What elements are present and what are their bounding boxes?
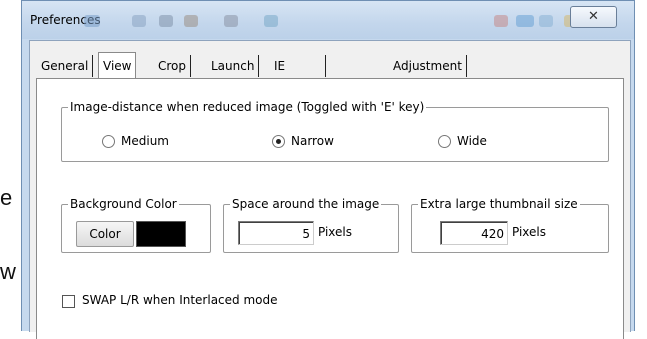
space-around-input[interactable]: 5: [238, 221, 314, 245]
radio-medium-label: Medium: [121, 134, 169, 148]
radio-narrow[interactable]: Narrow: [272, 134, 334, 148]
radio-medium[interactable]: Medium: [102, 134, 169, 148]
thumbnail-size-legend: Extra large thumbnail size: [420, 197, 578, 211]
tab-general[interactable]: General: [36, 55, 94, 77]
dialog-client: General View Crop Launch IE Context Menu…: [29, 40, 631, 339]
preferences-window: Preferences ✕ General View Crop Launch I…: [21, 0, 635, 339]
space-around-legend: Space around the image: [232, 197, 380, 211]
close-icon: ✕: [588, 9, 599, 24]
tab-ie-context-menu[interactable]: IE Context Menu: [269, 55, 327, 117]
thumbnail-size-group: Extra large thumbnail size 420 Pixels: [411, 197, 609, 253]
tab-crop[interactable]: Crop: [153, 55, 192, 77]
radio-wide[interactable]: Wide: [438, 134, 487, 148]
image-distance-legend: Image-distance when reduced image (Toggl…: [70, 100, 425, 114]
radio-wide-label: Wide: [457, 134, 487, 148]
color-button[interactable]: Color: [76, 221, 134, 247]
space-around-group: Space around the image 5 Pixels: [223, 197, 399, 253]
blurred-background-icons: [84, 15, 604, 29]
background-color-legend: Background Color: [70, 197, 177, 211]
title-bar[interactable]: Preferences ✕: [22, 1, 634, 39]
background-color-group: Background Color Color: [61, 197, 211, 253]
thumbnail-size-input[interactable]: 420: [440, 221, 508, 245]
background-text-e: e: [0, 185, 13, 210]
tab-adjustment[interactable]: Adjustment: [388, 55, 467, 77]
space-around-unit: Pixels: [318, 225, 353, 239]
radio-narrow-indicator[interactable]: [272, 134, 285, 148]
radio-medium-indicator[interactable]: [102, 134, 115, 148]
image-distance-group: Image-distance when reduced image (Toggl…: [61, 100, 609, 162]
tab-launch[interactable]: Launch: [206, 55, 260, 77]
swap-lr-label[interactable]: SWAP L/R when Interlaced mode: [82, 293, 278, 307]
swap-lr-checkbox[interactable]: [62, 295, 75, 308]
view-tab-panel: Image-distance when reduced image (Toggl…: [36, 78, 624, 339]
thumbnail-size-unit: Pixels: [512, 225, 547, 239]
background-text-w: w: [0, 259, 16, 284]
background-color-swatch: [136, 221, 186, 247]
radio-wide-indicator[interactable]: [438, 134, 451, 148]
close-button[interactable]: ✕: [570, 6, 617, 28]
tab-view[interactable]: View: [98, 52, 137, 79]
radio-narrow-label: Narrow: [291, 134, 334, 148]
